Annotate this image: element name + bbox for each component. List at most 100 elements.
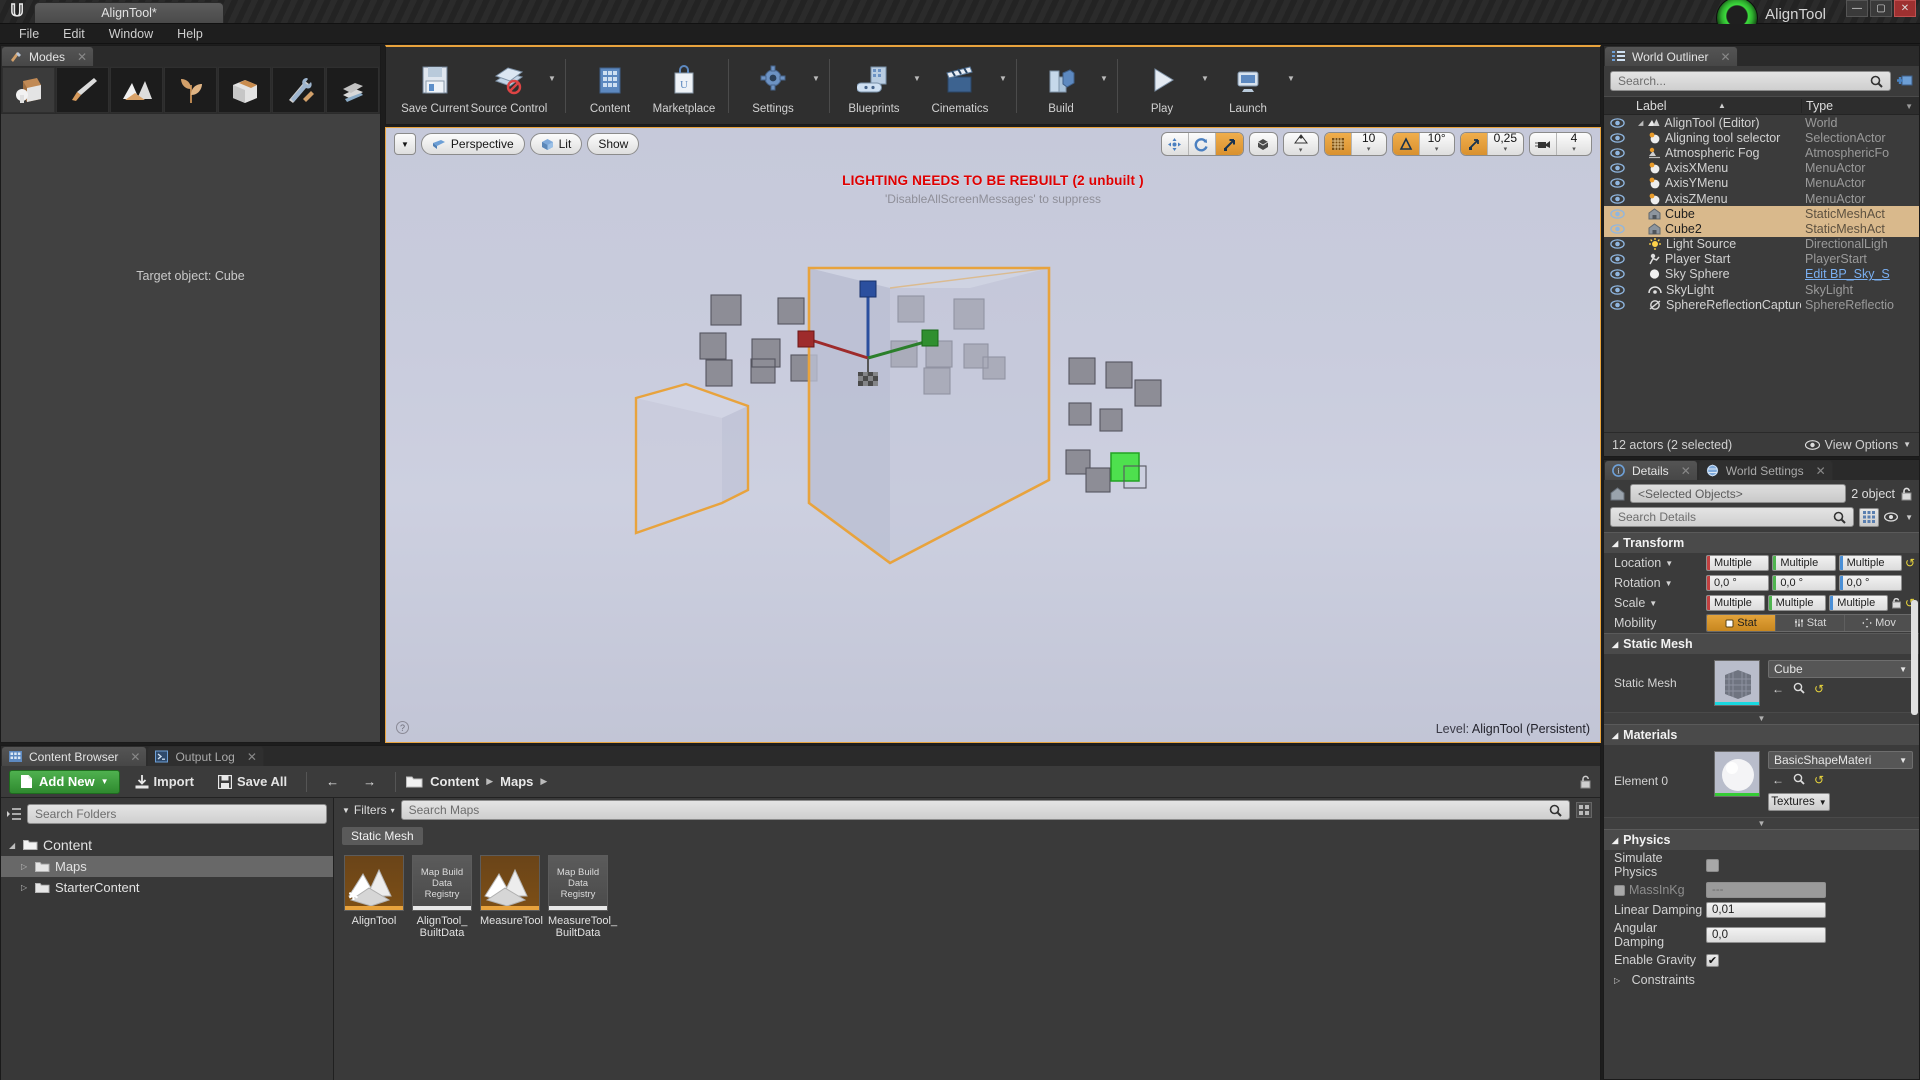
asset-tile[interactable]: MeasureTool <box>480 855 543 939</box>
scale-y-field[interactable]: Multiple <box>1767 595 1827 611</box>
outliner-row[interactable]: Sky Sphere Edit BP_Sky_S <box>1604 267 1919 282</box>
outliner-row[interactable]: Atmospheric Fog AtmosphericFo <box>1604 145 1919 160</box>
asset-tile[interactable]: Map Build Data Registry AlignTool_ BuiltD… <box>412 855 472 939</box>
outliner-row[interactable]: SkyLight SkyLight <box>1604 282 1919 297</box>
tab-content-browser[interactable]: Content Browser ✕ <box>1 746 148 766</box>
material-asset-combobox[interactable]: BasicShapeMateri ▼ <box>1768 751 1913 769</box>
details-scrollbar[interactable] <box>1911 600 1918 715</box>
window-minimize-button[interactable]: — <box>1846 0 1868 17</box>
toolbar-settings-caret[interactable]: ▼ <box>810 51 822 121</box>
tab-output-log[interactable]: Output Log ✕ <box>147 746 264 766</box>
browse-asset-icon[interactable] <box>1793 682 1805 696</box>
mobility-stationary-button[interactable]: Stat <box>1776 615 1845 631</box>
angular-damping-field[interactable]: 0,0 <box>1706 927 1826 943</box>
asset-thumbnail[interactable] <box>480 855 540 911</box>
use-selected-material-icon[interactable]: ← <box>1772 773 1784 787</box>
outliner-row[interactable]: AxisXMenu MenuActor <box>1604 161 1919 176</box>
details-object-name-field[interactable]: <Selected Objects> <box>1630 484 1847 503</box>
grid-snap-value[interactable]: 10 ▾ <box>1352 133 1386 155</box>
visibility-toggle-icon[interactable] <box>1604 117 1630 128</box>
static-mesh-thumbnail[interactable] <box>1714 660 1760 706</box>
visibility-toggle-icon[interactable] <box>1604 193 1630 204</box>
lock-icon[interactable] <box>1900 487 1913 501</box>
rotation-snap-value[interactable]: 10° ▾ <box>1420 133 1454 155</box>
surface-snap-toggle[interactable]: ▾ <box>1284 133 1318 155</box>
visibility-toggle-icon[interactable] <box>1604 224 1630 234</box>
outliner-row[interactable]: AxisZMenu MenuActor <box>1604 191 1919 206</box>
mode-button-tools[interactable] <box>272 67 325 113</box>
visibility-toggle-icon[interactable] <box>1604 300 1630 310</box>
visibility-toggle-icon[interactable] <box>1604 239 1630 249</box>
breadcrumb-maps[interactable]: Maps <box>500 774 533 789</box>
use-selected-asset-icon[interactable]: ← <box>1772 682 1784 696</box>
column-options-icon[interactable]: ▼ <box>1905 102 1913 111</box>
outliner-view-options-button[interactable]: View Options ▼ <box>1804 438 1911 452</box>
toolbar-blueprints-button[interactable]: Blueprints <box>837 51 911 121</box>
menu-help[interactable]: Help <box>166 25 214 43</box>
details-search-input[interactable]: Search Details <box>1610 507 1855 527</box>
outliner-row[interactable]: Player Start PlayerStart <box>1604 252 1919 267</box>
toolbar-play-button[interactable]: Play <box>1125 51 1199 121</box>
mode-button-geometry[interactable] <box>326 67 379 113</box>
mode-button-place[interactable] <box>2 67 55 113</box>
static-mesh-reset-icon[interactable]: ↺ <box>1814 682 1824 696</box>
nav-back-button[interactable]: ← <box>317 771 348 792</box>
mass-override-checkbox[interactable] <box>1614 884 1625 896</box>
outliner-type-column[interactable]: Type ▼ <box>1801 98 1919 113</box>
toolbar-save-current-button[interactable]: Save Current <box>398 51 472 121</box>
outliner-row[interactable]: Cube StaticMeshAct <box>1604 206 1919 222</box>
details-filter-caret-icon[interactable]: ▼ <box>1905 513 1913 522</box>
textures-button[interactable]: Textures ▼ <box>1768 793 1830 811</box>
modes-tab-close-icon[interactable]: ✕ <box>77 50 87 64</box>
toolbar-cinematics-caret[interactable]: ▼ <box>997 51 1009 121</box>
save-all-button[interactable]: Save All <box>209 771 296 792</box>
filters-button[interactable]: ▼ Filters ▾ <box>342 803 395 817</box>
outliner-row-type[interactable]: Edit BP_Sky_S <box>1801 267 1919 281</box>
location-reset-icon[interactable]: ↺ <box>1905 556 1915 570</box>
scale-lock-icon[interactable] <box>1891 597 1902 609</box>
location-z-field[interactable]: Multiple <box>1838 555 1902 571</box>
toolbar-source-control-caret[interactable]: ▼ <box>546 51 558 121</box>
toolbar-launch-caret[interactable]: ▼ <box>1285 51 1297 121</box>
mode-button-foliage[interactable] <box>164 67 217 113</box>
viewport-options-button[interactable]: ▼ <box>394 133 416 155</box>
location-x-field[interactable]: Multiple <box>1706 555 1770 571</box>
breadcrumb-separator-icon-2[interactable]: ▶ <box>540 776 547 787</box>
toolbar-blueprints-caret[interactable]: ▼ <box>911 51 923 121</box>
toolbar-launch-button[interactable]: Launch <box>1211 51 1285 121</box>
material-thumbnail[interactable] <box>1714 751 1760 797</box>
visibility-toggle-icon[interactable] <box>1604 254 1630 265</box>
import-button[interactable]: Import <box>126 771 203 792</box>
simulate-physics-checkbox[interactable] <box>1706 858 1719 872</box>
tree-toggle-icon[interactable] <box>7 807 22 821</box>
outliner-row[interactable]: Cube2 StaticMeshAct <box>1604 221 1919 237</box>
details-filter-eye-icon[interactable] <box>1884 512 1900 522</box>
enable-gravity-checkbox[interactable]: ✔ <box>1706 953 1719 967</box>
output-log-tab-close-icon[interactable]: ✕ <box>247 750 257 764</box>
scale-x-field[interactable]: Multiple <box>1706 595 1765 611</box>
visibility-toggle-icon[interactable] <box>1604 148 1630 158</box>
menu-edit[interactable]: Edit <box>52 25 96 43</box>
scale-snap-value[interactable]: 0,25 ▾ <box>1488 133 1523 155</box>
outliner-row[interactable]: ◢ AlignTool (Editor) World <box>1604 115 1919 130</box>
folder-tree-item[interactable]: ▷ Maps <box>1 856 333 877</box>
visibility-toggle-icon[interactable] <box>1604 178 1630 189</box>
world-settings-tab-close-icon[interactable]: ✕ <box>1816 464 1826 478</box>
toolbar-source-control-button[interactable]: Source Control <box>471 51 547 121</box>
tab-details[interactable]: i Details ✕ <box>1604 460 1698 480</box>
static-mesh-asset-combobox[interactable]: Cube ▼ <box>1768 660 1913 678</box>
visibility-toggle-icon[interactable] <box>1604 163 1630 173</box>
world-space-button[interactable] <box>1250 133 1277 155</box>
viewport-help-icon[interactable]: ? <box>396 721 409 734</box>
project-tab[interactable]: AlignTool* <box>34 2 224 23</box>
translate-mode-button[interactable] <box>1162 133 1189 155</box>
mobility-movable-button[interactable]: Mov <box>1845 615 1914 631</box>
viewport-show-button[interactable]: Show <box>587 133 640 155</box>
location-y-field[interactable]: Multiple <box>1772 555 1836 571</box>
window-close-button[interactable]: ✕ <box>1894 0 1916 17</box>
details-group-physics[interactable]: ◢ Physics <box>1604 829 1919 850</box>
browse-material-icon[interactable] <box>1793 773 1805 787</box>
outliner-row[interactable]: SphereReflectionCapture SphereReflectio <box>1604 297 1919 312</box>
material-reset-icon[interactable]: ↺ <box>1814 773 1824 787</box>
folder-tree-item[interactable]: ▷ StarterContent <box>1 877 333 898</box>
